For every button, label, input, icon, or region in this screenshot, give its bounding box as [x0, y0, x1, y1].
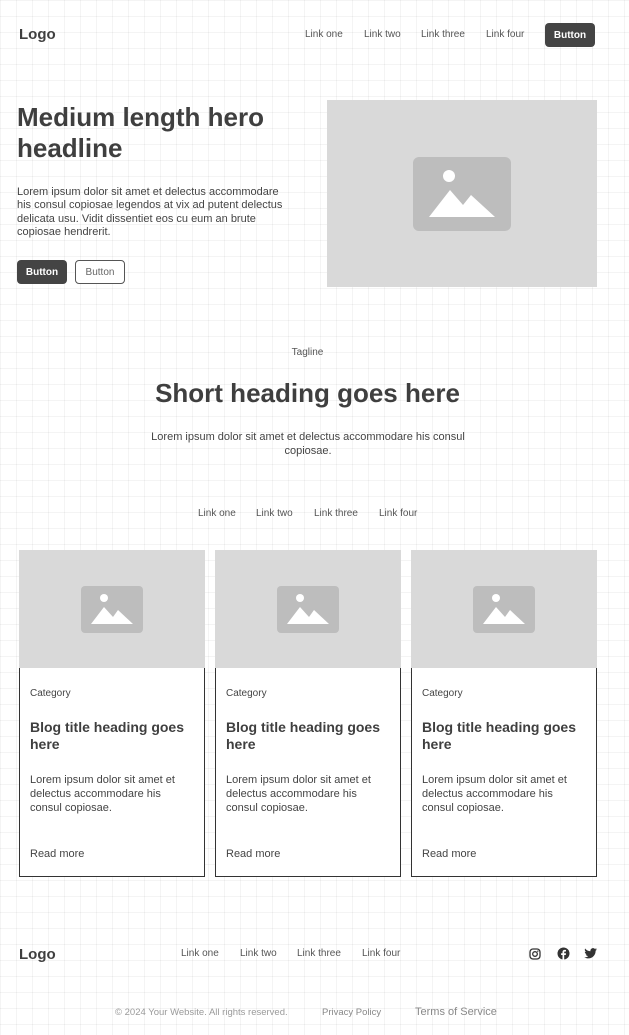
- blog-card-title[interactable]: Blog title heading goes here: [30, 719, 195, 753]
- facebook-icon[interactable]: [557, 947, 570, 960]
- hero-headline-line-2: headline: [17, 133, 123, 163]
- read-more-link[interactable]: Read more: [422, 848, 476, 860]
- hero-headline-line-1: Medium length hero: [17, 102, 264, 132]
- nav-link-four[interactable]: Link four: [486, 29, 524, 40]
- image-icon: [413, 156, 511, 231]
- section-heading: Short heading goes here: [155, 378, 460, 408]
- read-more-link[interactable]: Read more: [226, 848, 280, 860]
- filter-link-four[interactable]: Link four: [379, 508, 417, 519]
- image-icon: [473, 585, 535, 633]
- blog-card-image: [411, 550, 597, 668]
- blog-card-title[interactable]: Blog title heading goes here: [422, 719, 587, 753]
- footer-link-three[interactable]: Link three: [297, 948, 341, 959]
- filter-link-three[interactable]: Link three: [314, 508, 358, 519]
- blog-card-category: Category: [30, 688, 71, 699]
- image-icon: [277, 585, 339, 633]
- nav-link-three[interactable]: Link three: [421, 29, 465, 40]
- blog-card[interactable]: Category Blog title heading goes here Lo…: [19, 550, 205, 877]
- header-logo[interactable]: Logo: [19, 26, 56, 43]
- header-cta-button[interactable]: Button: [545, 23, 595, 47]
- hero-headline: Medium length hero headline: [17, 102, 307, 164]
- footer-link-four[interactable]: Link four: [362, 948, 400, 959]
- blog-card-image: [19, 550, 205, 668]
- twitter-icon[interactable]: [584, 948, 597, 959]
- footer-copyright: © 2024 Your Website. All rights reserved…: [115, 1007, 288, 1018]
- privacy-policy-link[interactable]: Privacy Policy: [322, 1007, 381, 1018]
- blog-card-description: Lorem ipsum dolor sit amet et delectus a…: [30, 774, 175, 814]
- footer-link-one[interactable]: Link one: [181, 948, 219, 959]
- footer-link-two[interactable]: Link two: [240, 948, 277, 959]
- blog-card[interactable]: Category Blog title heading goes here Lo…: [411, 550, 597, 877]
- section-body: Lorem ipsum dolor sit amet et delectus a…: [151, 431, 465, 457]
- hero-body: Lorem ipsum dolor sit amet et delectus a…: [17, 186, 283, 238]
- terms-of-service-link[interactable]: Terms of Service: [415, 1006, 497, 1018]
- blog-card-image: [215, 550, 401, 668]
- blog-card-category: Category: [226, 688, 267, 699]
- filter-link-one[interactable]: Link one: [198, 508, 236, 519]
- image-icon: [81, 585, 143, 633]
- instagram-icon[interactable]: [529, 948, 541, 960]
- tagline: Tagline: [291, 347, 324, 358]
- hero-image: [327, 100, 597, 287]
- nav-link-two[interactable]: Link two: [364, 29, 401, 40]
- read-more-link[interactable]: Read more: [30, 848, 84, 860]
- blog-card-description: Lorem ipsum dolor sit amet et delectus a…: [226, 774, 371, 814]
- filter-link-two[interactable]: Link two: [256, 508, 293, 519]
- blog-card-description: Lorem ipsum dolor sit amet et delectus a…: [422, 774, 567, 814]
- nav-link-one[interactable]: Link one: [305, 29, 343, 40]
- blog-card[interactable]: Category Blog title heading goes here Lo…: [215, 550, 401, 877]
- hero-secondary-button[interactable]: Button: [75, 260, 125, 284]
- blog-card-title[interactable]: Blog title heading goes here: [226, 719, 391, 753]
- footer-logo[interactable]: Logo: [19, 946, 56, 963]
- blog-card-category: Category: [422, 688, 463, 699]
- hero-primary-button[interactable]: Button: [17, 260, 67, 284]
